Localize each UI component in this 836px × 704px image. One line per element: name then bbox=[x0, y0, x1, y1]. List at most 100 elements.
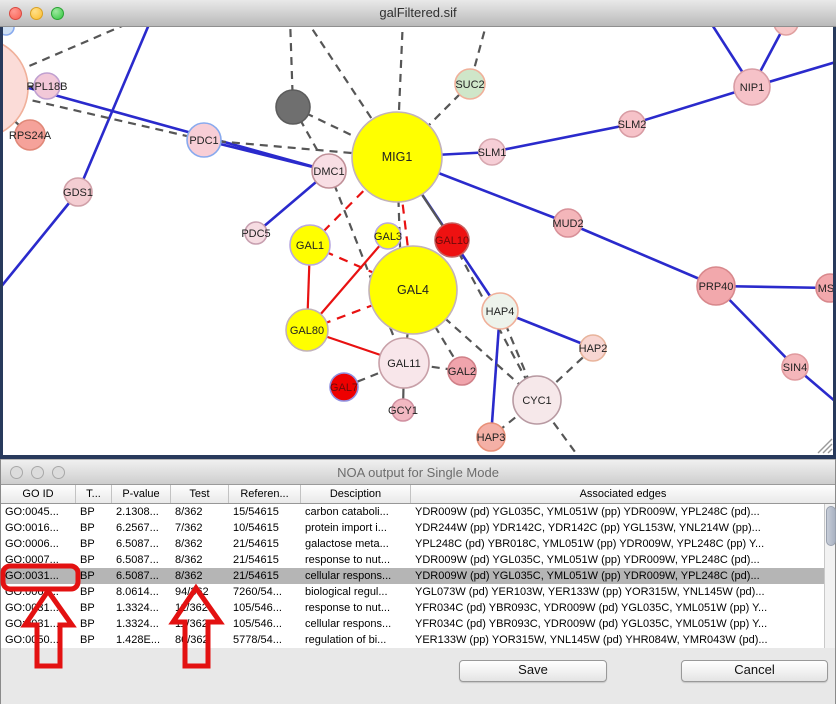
table-row[interactable]: GO:0065...BP8.0614...94/3627260/54...bio… bbox=[1, 584, 835, 600]
network-canvas-frame: RPL18BRPS24AGDS1PDC1MIG1SUC2SLM1DMC1SLM2… bbox=[0, 27, 836, 459]
column-header-go_id[interactable]: GO ID bbox=[1, 485, 76, 503]
cell-description: response to nut... bbox=[301, 600, 411, 616]
cell-type: BP bbox=[76, 520, 112, 536]
node-label: GAL80 bbox=[290, 325, 324, 337]
table-row[interactable]: GO:0007...BP6.5087...8/36221/54615respon… bbox=[1, 552, 835, 568]
cell-p_value: 6.2567... bbox=[112, 520, 171, 536]
cell-edges: YDR009W (pd) YGL035C, YML051W (pp) YDR00… bbox=[411, 568, 835, 584]
node-label: HAP3 bbox=[477, 432, 506, 444]
node-label: HAP2 bbox=[579, 343, 608, 355]
results-table: GO IDT...P-valueTestReferen...Desciption… bbox=[1, 485, 835, 649]
node-label: GAL7 bbox=[330, 382, 358, 394]
cell-test: 8/362 bbox=[171, 536, 229, 552]
table-row[interactable]: GO:0016...BP6.2567...7/36210/54615protei… bbox=[1, 520, 835, 536]
node-label: GAL3 bbox=[374, 231, 402, 243]
node-label: GCY1 bbox=[388, 405, 418, 417]
scrollbar-thumb[interactable] bbox=[826, 506, 836, 546]
cell-go_id: GO:0016... bbox=[1, 520, 76, 536]
cell-test: 7/362 bbox=[171, 520, 229, 536]
cell-p_value: 1.428E... bbox=[112, 632, 171, 648]
cell-edges: YFR034C (pd) YBR093C, YDR009W (pd) YGL03… bbox=[411, 616, 835, 632]
cell-type: BP bbox=[76, 536, 112, 552]
table-scrollbar[interactable] bbox=[824, 504, 835, 648]
network-node-unlabeled[interactable] bbox=[3, 27, 14, 35]
resize-grip[interactable] bbox=[823, 444, 832, 453]
cell-p_value: 6.5087... bbox=[112, 552, 171, 568]
network-node-unlabeled[interactable] bbox=[276, 90, 310, 124]
cell-reference: 105/546... bbox=[229, 616, 301, 632]
noa-window-titlebar[interactable]: NOA output for Single Mode bbox=[1, 459, 835, 485]
network-edge bbox=[492, 124, 632, 152]
node-label: GDS1 bbox=[63, 187, 93, 199]
cell-description: biological regul... bbox=[301, 584, 411, 600]
network-window: galFiltered.sif RPL18BRPS24AGDS1PDC1MIG1… bbox=[0, 0, 836, 459]
cell-p_value: 8.0614... bbox=[112, 584, 171, 600]
cell-edges: YER133W (pp) YOR315W, YNL145W (pd) YHR08… bbox=[411, 632, 835, 648]
cell-description: response to nut... bbox=[301, 552, 411, 568]
cell-type: BP bbox=[76, 552, 112, 568]
cell-go_id: GO:0050... bbox=[1, 632, 76, 648]
table-header-row: GO IDT...P-valueTestReferen...Desciption… bbox=[1, 485, 835, 504]
column-header-test[interactable]: Test bbox=[171, 485, 229, 503]
table-row[interactable]: GO:0050...BP1.428E...80/3625778/54...reg… bbox=[1, 632, 835, 648]
table-row[interactable]: GO:0045...BP2.1308...8/36215/54615carbon… bbox=[1, 504, 835, 520]
table-row[interactable]: GO:0031...BP1.3324...11/362105/546...res… bbox=[1, 600, 835, 616]
node-label: CYC1 bbox=[522, 395, 551, 407]
save-button[interactable]: Save bbox=[459, 660, 607, 682]
node-label: GAL10 bbox=[435, 235, 469, 247]
cell-description: cellular respons... bbox=[301, 616, 411, 632]
cell-reference: 21/54615 bbox=[229, 568, 301, 584]
cell-reference: 10/54615 bbox=[229, 520, 301, 536]
cell-go_id: GO:0006... bbox=[1, 536, 76, 552]
column-header-description[interactable]: Desciption bbox=[301, 485, 411, 503]
network-edge bbox=[632, 87, 752, 124]
node-label: SLM1 bbox=[478, 147, 507, 159]
cell-edges: YFR034C (pd) YBR093C, YDR009W (pd) YGL03… bbox=[411, 600, 835, 616]
cell-type: BP bbox=[76, 504, 112, 520]
network-edge bbox=[568, 223, 716, 286]
cell-type: BP bbox=[76, 584, 112, 600]
cell-type: BP bbox=[76, 600, 112, 616]
cell-edges: YDR244W (pp) YDR142C, YDR142C (pp) YGL15… bbox=[411, 520, 835, 536]
table-row[interactable]: GO:0006...BP6.5087...8/36221/54615galact… bbox=[1, 536, 835, 552]
cell-test: 8/362 bbox=[171, 552, 229, 568]
column-header-p_value[interactable]: P-value bbox=[112, 485, 171, 503]
window-title: NOA output for Single Mode bbox=[1, 465, 835, 480]
network-edge bbox=[78, 27, 150, 192]
table-body: GO:0045...BP2.1308...8/36215/54615carbon… bbox=[1, 504, 835, 649]
cell-reference: 21/54615 bbox=[229, 552, 301, 568]
cell-test: 8/362 bbox=[171, 504, 229, 520]
cell-go_id: GO:0031... bbox=[1, 568, 76, 584]
node-label: GAL1 bbox=[296, 240, 324, 252]
cell-reference: 7260/54... bbox=[229, 584, 301, 600]
cell-reference: 105/546... bbox=[229, 600, 301, 616]
node-label: HAP4 bbox=[486, 306, 515, 318]
resize-grip[interactable] bbox=[828, 449, 832, 453]
network-node-unlabeled[interactable] bbox=[774, 27, 798, 35]
cell-go_id: GO:0031... bbox=[1, 616, 76, 632]
node-label: SIN4 bbox=[783, 362, 807, 374]
node-label: RPL18B bbox=[27, 81, 68, 93]
node-label: DMC1 bbox=[313, 166, 344, 178]
table-row[interactable]: GO:0031...BP6.5087...8/36221/54615cellul… bbox=[1, 568, 835, 584]
node-label: MIG1 bbox=[382, 150, 413, 164]
cell-p_value: 6.5087... bbox=[112, 536, 171, 552]
cancel-button[interactable]: Cancel bbox=[681, 660, 828, 682]
cell-edges: YPL248C (pd) YBR018C, YML051W (pp) YDR00… bbox=[411, 536, 835, 552]
network-canvas[interactable]: RPL18BRPS24AGDS1PDC1MIG1SUC2SLM1DMC1SLM2… bbox=[3, 27, 833, 455]
cell-go_id: GO:0031... bbox=[1, 600, 76, 616]
column-header-edges[interactable]: Associated edges bbox=[411, 485, 835, 503]
cell-edges: YGL073W (pd) YER103W, YER133W (pp) YOR31… bbox=[411, 584, 835, 600]
cell-go_id: GO:0007... bbox=[1, 552, 76, 568]
cell-type: BP bbox=[76, 616, 112, 632]
node-label: GAL11 bbox=[387, 358, 420, 370]
cell-p_value: 1.3324... bbox=[112, 600, 171, 616]
column-header-type[interactable]: T... bbox=[76, 485, 112, 503]
cell-test: 8/362 bbox=[171, 568, 229, 584]
table-row[interactable]: GO:0031...BP1.3324...11/362105/546...cel… bbox=[1, 616, 835, 632]
cell-type: BP bbox=[76, 568, 112, 584]
column-header-reference[interactable]: Referen... bbox=[229, 485, 301, 503]
network-window-titlebar[interactable]: galFiltered.sif bbox=[0, 0, 836, 27]
cell-go_id: GO:0045... bbox=[1, 504, 76, 520]
window-title: galFiltered.sif bbox=[0, 5, 836, 20]
